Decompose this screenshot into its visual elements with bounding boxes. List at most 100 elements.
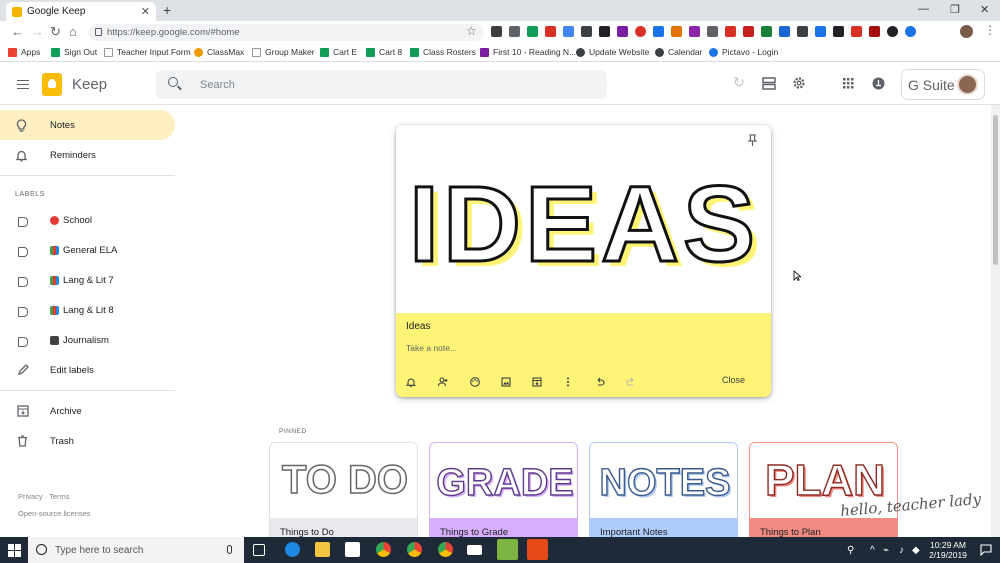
more-icon[interactable]: [563, 377, 573, 387]
action-center-icon[interactable]: [980, 544, 992, 556]
sidebar-label-school[interactable]: School: [0, 205, 175, 235]
list-view-icon[interactable]: [762, 77, 776, 90]
open-note-card[interactable]: IDEAS IDEAS Ideas Take a note... Close: [396, 125, 771, 397]
note-image[interactable]: IDEAS IDEAS: [396, 125, 771, 313]
page-scrollbar[interactable]: [991, 105, 1000, 537]
bookmark-item[interactable]: ClassMax: [194, 47, 244, 57]
pinned-note-card[interactable]: GRADE GRADE Things to Grade: [429, 442, 578, 542]
user-avatar[interactable]: [957, 74, 978, 95]
show-hidden-icons[interactable]: ^: [870, 545, 875, 556]
sidebar-item-archive[interactable]: Archive: [0, 396, 175, 426]
close-tab-icon[interactable]: ✕: [141, 5, 150, 18]
extension-icon[interactable]: [653, 26, 664, 37]
open-source-licenses-link[interactable]: Open-source licenses: [18, 509, 91, 518]
privacy-link[interactable]: Privacy: [18, 492, 43, 501]
dropbox-icon[interactable]: ◆: [912, 545, 920, 556]
mail-icon[interactable]: [467, 545, 482, 555]
extension-icon[interactable]: [635, 26, 646, 37]
bookmark-item[interactable]: Teacher Input Form: [104, 47, 191, 57]
windows-start-icon[interactable]: [8, 544, 21, 557]
reload-icon[interactable]: ↻: [50, 24, 61, 40]
extension-icon[interactable]: [563, 26, 574, 37]
sidebar-item-notes[interactable]: Notes: [0, 110, 175, 140]
back-icon[interactable]: ←: [11, 24, 24, 39]
extension-icon[interactable]: [797, 26, 808, 37]
extension-icon[interactable]: [491, 26, 502, 37]
refresh-icon[interactable]: ↻: [733, 74, 745, 91]
bookmark-item[interactable]: Calendar: [655, 47, 703, 57]
extension-icon[interactable]: [509, 26, 520, 37]
search-icon[interactable]: [168, 77, 178, 87]
sidebar-label-general-ela[interactable]: General ELA: [0, 235, 175, 265]
extension-icon[interactable]: [527, 26, 538, 37]
restore-icon[interactable]: ❐: [950, 3, 960, 16]
system-clock[interactable]: 10:29 AM 2/19/2019: [925, 540, 971, 560]
terms-link[interactable]: Terms: [49, 492, 69, 501]
microphone-icon[interactable]: [227, 545, 232, 554]
redo-icon[interactable]: [626, 377, 636, 387]
network-icon[interactable]: ⌁: [883, 545, 889, 556]
chrome-profile-avatar[interactable]: [960, 25, 973, 38]
google-apps-icon[interactable]: [843, 78, 854, 89]
extension-icon[interactable]: [905, 26, 916, 37]
people-icon[interactable]: ⚲: [847, 545, 854, 556]
sidebar-item-edit-labels[interactable]: Edit labels: [0, 355, 175, 385]
bookmark-apps[interactable]: Apps: [8, 47, 40, 57]
sidebar-label-journalism[interactable]: Journalism: [0, 325, 175, 355]
collaborator-icon[interactable]: [438, 377, 448, 387]
app-title[interactable]: Keep: [72, 76, 107, 93]
pinned-note-card[interactable]: NOTES NOTES Important Notes: [589, 442, 738, 542]
camtasia-icon[interactable]: [497, 539, 518, 560]
extension-icon[interactable]: [761, 26, 772, 37]
undo-icon[interactable]: [595, 377, 605, 387]
palette-icon[interactable]: [470, 377, 480, 387]
bookmark-item[interactable]: Cart 8: [366, 47, 402, 57]
extension-icon[interactable]: [581, 26, 592, 37]
sidebar-label-lang-lit-8[interactable]: Lang & Lit 8: [0, 295, 175, 325]
extension-icon[interactable]: [851, 26, 862, 37]
extension-icon[interactable]: [545, 26, 556, 37]
task-view-icon[interactable]: [253, 544, 265, 556]
edge-icon[interactable]: [285, 542, 300, 557]
pinned-note-card[interactable]: TO DO Things to Do: [269, 442, 418, 542]
forward-icon[interactable]: →: [31, 24, 44, 39]
bookmark-item[interactable]: Sign Out: [51, 47, 97, 57]
snagit-icon[interactable]: [527, 539, 548, 560]
sidebar-item-trash[interactable]: Trash: [0, 426, 175, 456]
notifications-icon[interactable]: [872, 77, 885, 90]
chrome-profile-icon[interactable]: [438, 542, 453, 557]
chrome-menu-icon[interactable]: ⋮: [984, 23, 996, 37]
volume-icon[interactable]: ♪: [899, 545, 904, 556]
address-bar[interactable]: https://keep.google.com/#home: [88, 24, 484, 41]
search-bar[interactable]: [156, 70, 607, 99]
extension-icon[interactable]: [725, 26, 736, 37]
bookmark-item[interactable]: Cart E: [320, 47, 357, 57]
search-input[interactable]: [200, 70, 590, 99]
store-icon[interactable]: [345, 542, 360, 557]
file-explorer-icon[interactable]: [315, 542, 330, 557]
scrollbar-thumb[interactable]: [993, 115, 998, 265]
window-close-icon[interactable]: ✕: [980, 3, 989, 16]
note-title[interactable]: Ideas: [406, 321, 430, 332]
bookmark-star-icon[interactable]: ☆: [466, 24, 477, 38]
settings-gear-icon[interactable]: [792, 76, 806, 90]
extension-icon[interactable]: [833, 26, 844, 37]
archive-icon[interactable]: [532, 377, 542, 387]
extension-icon[interactable]: [869, 26, 880, 37]
extension-icon[interactable]: [887, 26, 898, 37]
add-image-icon[interactable]: [501, 377, 511, 387]
home-icon[interactable]: ⌂: [69, 24, 77, 39]
main-menu-icon[interactable]: [17, 80, 29, 89]
chrome-icon[interactable]: [376, 542, 391, 557]
remind-me-icon[interactable]: [406, 377, 416, 387]
new-tab-icon[interactable]: +: [163, 2, 171, 18]
bookmark-item[interactable]: First 10 - Reading N...: [480, 47, 576, 57]
taskbar-search-box[interactable]: Type here to search: [28, 537, 244, 563]
extension-icon[interactable]: [815, 26, 826, 37]
bookmark-item[interactable]: Update Website: [576, 47, 649, 57]
sidebar-item-reminders[interactable]: Reminders: [0, 140, 175, 170]
browser-tab[interactable]: Google Keep ✕: [6, 2, 156, 21]
sidebar-label-lang-lit-7[interactable]: Lang & Lit 7: [0, 265, 175, 295]
pin-icon[interactable]: [748, 134, 757, 146]
note-text-placeholder[interactable]: Take a note...: [406, 343, 457, 353]
